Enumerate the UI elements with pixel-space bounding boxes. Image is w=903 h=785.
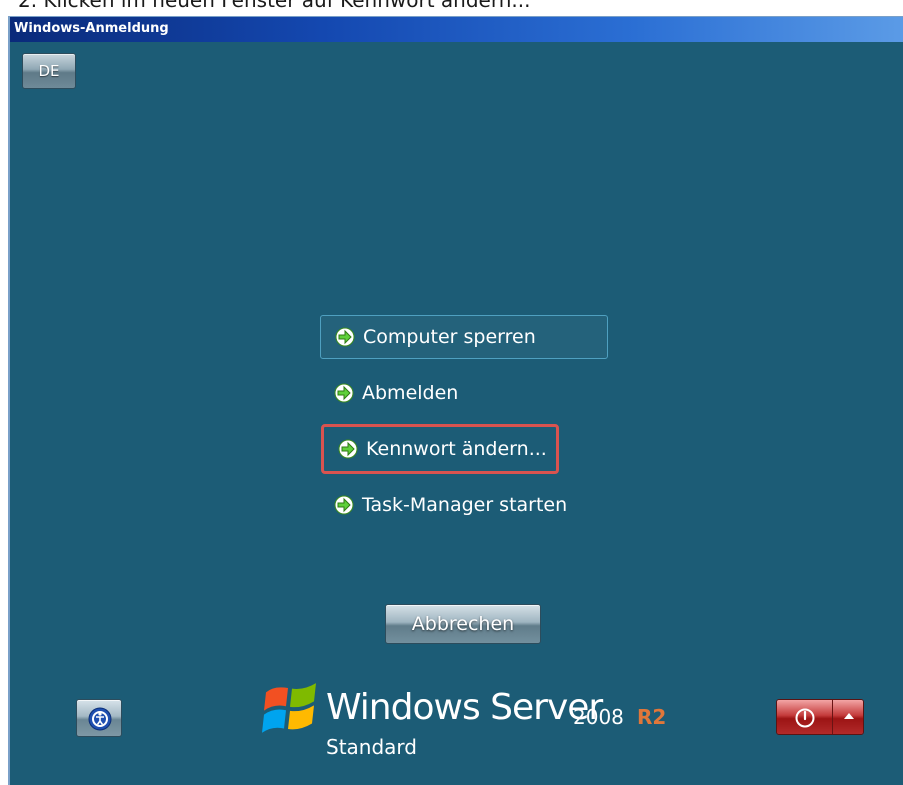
brand-release: R2 <box>637 705 667 729</box>
language-button[interactable]: DE <box>22 53 76 89</box>
power-button-group <box>776 699 864 735</box>
ease-of-access-icon <box>88 707 112 731</box>
arrow-up-icon <box>844 713 854 719</box>
power-icon <box>795 708 815 728</box>
brand-year: 2008 <box>573 705 624 729</box>
option-change-password[interactable]: Kennwort ändern... <box>321 424 559 474</box>
green-arrow-icon <box>334 383 354 403</box>
brand-edition: Standard <box>326 735 417 759</box>
window-title: Windows-Anmeldung <box>14 21 169 36</box>
option-sign-out[interactable]: Abmelden <box>320 371 458 415</box>
cancel-button[interactable]: Abbrechen <box>385 604 541 644</box>
windows-flag-logo <box>262 683 316 733</box>
option-lock-computer[interactable]: Computer sperren <box>320 315 608 359</box>
green-arrow-icon <box>334 495 354 515</box>
option-label: Kennwort ändern... <box>366 438 547 460</box>
option-label: Task-Manager starten <box>362 494 568 516</box>
ease-of-access-button[interactable] <box>76 699 122 737</box>
caption-text: 2. Klicken im neuen Fenster auf Kennwort… <box>18 0 531 12</box>
shutdown-options-button[interactable] <box>833 700 863 734</box>
green-arrow-icon <box>338 439 358 459</box>
windows-logon-window: Windows-Anmeldung DE Computer sperren Ab… <box>8 16 903 785</box>
shutdown-button[interactable] <box>777 700 833 734</box>
brand-product-name: Windows Server <box>326 687 603 728</box>
option-label: Abmelden <box>362 382 459 404</box>
option-label: Computer sperren <box>363 326 536 348</box>
title-bar: Windows-Anmeldung <box>10 17 903 42</box>
option-start-task-manager[interactable]: Task-Manager starten <box>320 483 567 527</box>
green-arrow-icon <box>335 327 355 347</box>
screenshot-caption-strip: 2. Klicken im neuen Fenster auf Kennwort… <box>0 0 903 12</box>
windows-server-branding: Windows Server 2008 R2 Standard <box>260 677 680 767</box>
